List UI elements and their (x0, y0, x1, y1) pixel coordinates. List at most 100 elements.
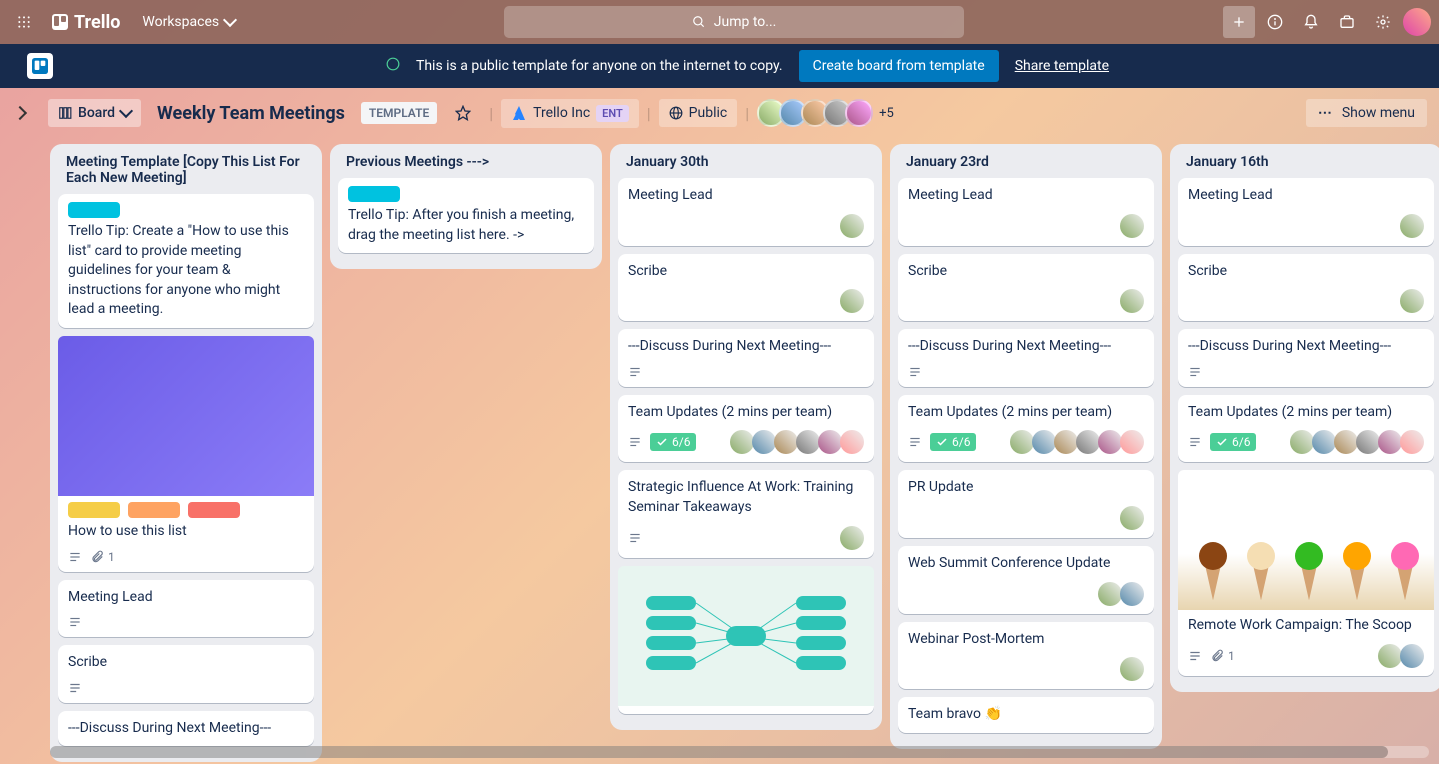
notifications-button[interactable] (1295, 6, 1327, 38)
list-title[interactable]: January 23rd (898, 154, 1154, 178)
card[interactable]: Team Updates (2 mins per team) 6/6 (898, 395, 1154, 463)
info-button[interactable] (1259, 6, 1291, 38)
card[interactable]: Meeting Lead (58, 580, 314, 638)
card[interactable]: Meeting Lead (618, 178, 874, 246)
create-button[interactable] (1223, 6, 1255, 38)
list-title[interactable]: January 30th (618, 154, 874, 178)
card[interactable]: Scribe (1178, 254, 1434, 322)
card[interactable]: Team bravo 👏 (898, 697, 1154, 733)
label-pill[interactable] (68, 202, 120, 218)
share-template-link[interactable]: Share template (1015, 58, 1109, 74)
avatar (1400, 430, 1424, 454)
list: January 16thMeeting Lead Scribe ---Discuss… (1170, 144, 1439, 692)
card[interactable]: ---Discuss During Next Meeting--- (618, 329, 874, 387)
card-members (1404, 289, 1424, 313)
card-footer: 6/6 (1188, 430, 1424, 454)
card-badges: 6/6 (1188, 433, 1256, 451)
card-cover (618, 566, 874, 706)
avatar (1378, 430, 1402, 454)
label-pill[interactable] (68, 502, 120, 518)
board-members[interactable]: +5 (757, 99, 894, 127)
card-text: Meeting Lead (68, 588, 304, 608)
card[interactable]: Team Updates (2 mins per team) 6/6 (1178, 395, 1434, 463)
create-board-button[interactable]: Create board from template (799, 50, 999, 82)
card[interactable]: PR Update (898, 470, 1154, 538)
description-icon (628, 435, 642, 449)
horizontal-scrollbar[interactable] (50, 746, 1429, 758)
avatar (1120, 289, 1144, 313)
card[interactable]: ---Discuss During Next Meeting--- (898, 329, 1154, 387)
plus-icon (1231, 14, 1247, 30)
show-menu-button[interactable]: ⋯ Show menu (1306, 99, 1427, 127)
apps-switcher-icon[interactable] (8, 6, 40, 38)
card-footer (628, 214, 864, 238)
card[interactable]: Meeting Lead (1178, 178, 1434, 246)
avatar (752, 430, 776, 454)
card-members (1102, 582, 1144, 606)
star-button[interactable] (445, 99, 481, 127)
board-view-switcher[interactable]: Board (48, 99, 141, 127)
list-title[interactable]: January 16th (1178, 154, 1434, 178)
card[interactable]: ---Discuss During Next Meeting--- (58, 711, 314, 747)
board-header: Board Weekly Team Meetings TEMPLATE | Tr… (0, 88, 1439, 138)
card[interactable]: How to use this list 1 (58, 336, 314, 572)
search-icon (692, 15, 706, 29)
label-pill[interactable] (128, 502, 180, 518)
label-pill[interactable] (188, 502, 240, 518)
card-footer (908, 214, 1144, 238)
board-title[interactable]: Weekly Team Meetings (149, 103, 353, 124)
boards-button[interactable] (1331, 6, 1363, 38)
more-members-count[interactable]: +5 (879, 106, 894, 121)
avatar (1054, 430, 1078, 454)
attachment-badge: 1 (90, 550, 115, 564)
list-title[interactable]: Meeting Template [Copy This List For Eac… (58, 154, 314, 194)
card-text: PR Update (908, 478, 1144, 498)
card-badges: 1 (68, 550, 115, 564)
user-avatar[interactable] (1403, 8, 1431, 36)
card-text: Strategic Influence At Work: Training Se… (628, 478, 864, 517)
avatar (774, 430, 798, 454)
card[interactable]: Web Summit Conference Update (898, 546, 1154, 614)
sidebar-expand-button[interactable] (0, 93, 40, 133)
card-members (734, 430, 864, 454)
card-footer (1188, 365, 1424, 379)
card-text: Meeting Lead (628, 186, 864, 206)
card[interactable]: Trello Tip: After you finish a meeting, … (338, 178, 594, 253)
organization-button[interactable]: Trello Inc ENT (501, 99, 639, 128)
visibility-button[interactable]: Public (659, 99, 738, 127)
card[interactable]: Meeting Lead (898, 178, 1154, 246)
card[interactable]: ---Discuss During Next Meeting--- (1178, 329, 1434, 387)
avatar (840, 430, 864, 454)
visibility-label: Public (689, 105, 728, 121)
settings-button[interactable] (1367, 6, 1399, 38)
card[interactable]: Remote Work Campaign: The Scoop 1 (1178, 470, 1434, 676)
card[interactable] (618, 566, 874, 714)
label-pill[interactable] (348, 186, 400, 202)
card-text: ---Discuss During Next Meeting--- (628, 337, 864, 357)
workspaces-button[interactable]: Workspaces (132, 8, 245, 36)
card[interactable]: Scribe (58, 645, 314, 703)
ent-badge: ENT (596, 105, 629, 122)
atlassian-icon (511, 105, 527, 121)
card[interactable]: Strategic Influence At Work: Training Se… (618, 470, 874, 557)
card[interactable]: Scribe (618, 254, 874, 322)
card-footer (628, 365, 864, 379)
trello-app-icon (27, 53, 53, 79)
card-badges: 1 (1188, 649, 1235, 663)
search-input[interactable]: Jump to... (504, 6, 964, 38)
card[interactable]: Webinar Post-Mortem (898, 622, 1154, 690)
card-badges (1188, 365, 1202, 379)
board-canvas[interactable]: Meeting Template [Copy This List For Eac… (0, 138, 1439, 764)
avatar (840, 289, 864, 313)
list: January 23rdMeeting Lead Scribe ---Discuss… (890, 144, 1162, 749)
trello-logo[interactable]: Trello (44, 12, 128, 33)
card-cover (58, 336, 314, 496)
card[interactable]: Scribe (898, 254, 1154, 322)
chevron-down-icon (119, 104, 133, 118)
card-badges: 6/6 (908, 433, 976, 451)
card[interactable]: Team Updates (2 mins per team) 6/6 (618, 395, 874, 463)
card[interactable]: Trello Tip: Create a "How to use this li… (58, 194, 314, 328)
card-text: ---Discuss During Next Meeting--- (68, 719, 304, 739)
list-title[interactable]: Previous Meetings ---> (338, 154, 594, 178)
card-footer (908, 582, 1144, 606)
